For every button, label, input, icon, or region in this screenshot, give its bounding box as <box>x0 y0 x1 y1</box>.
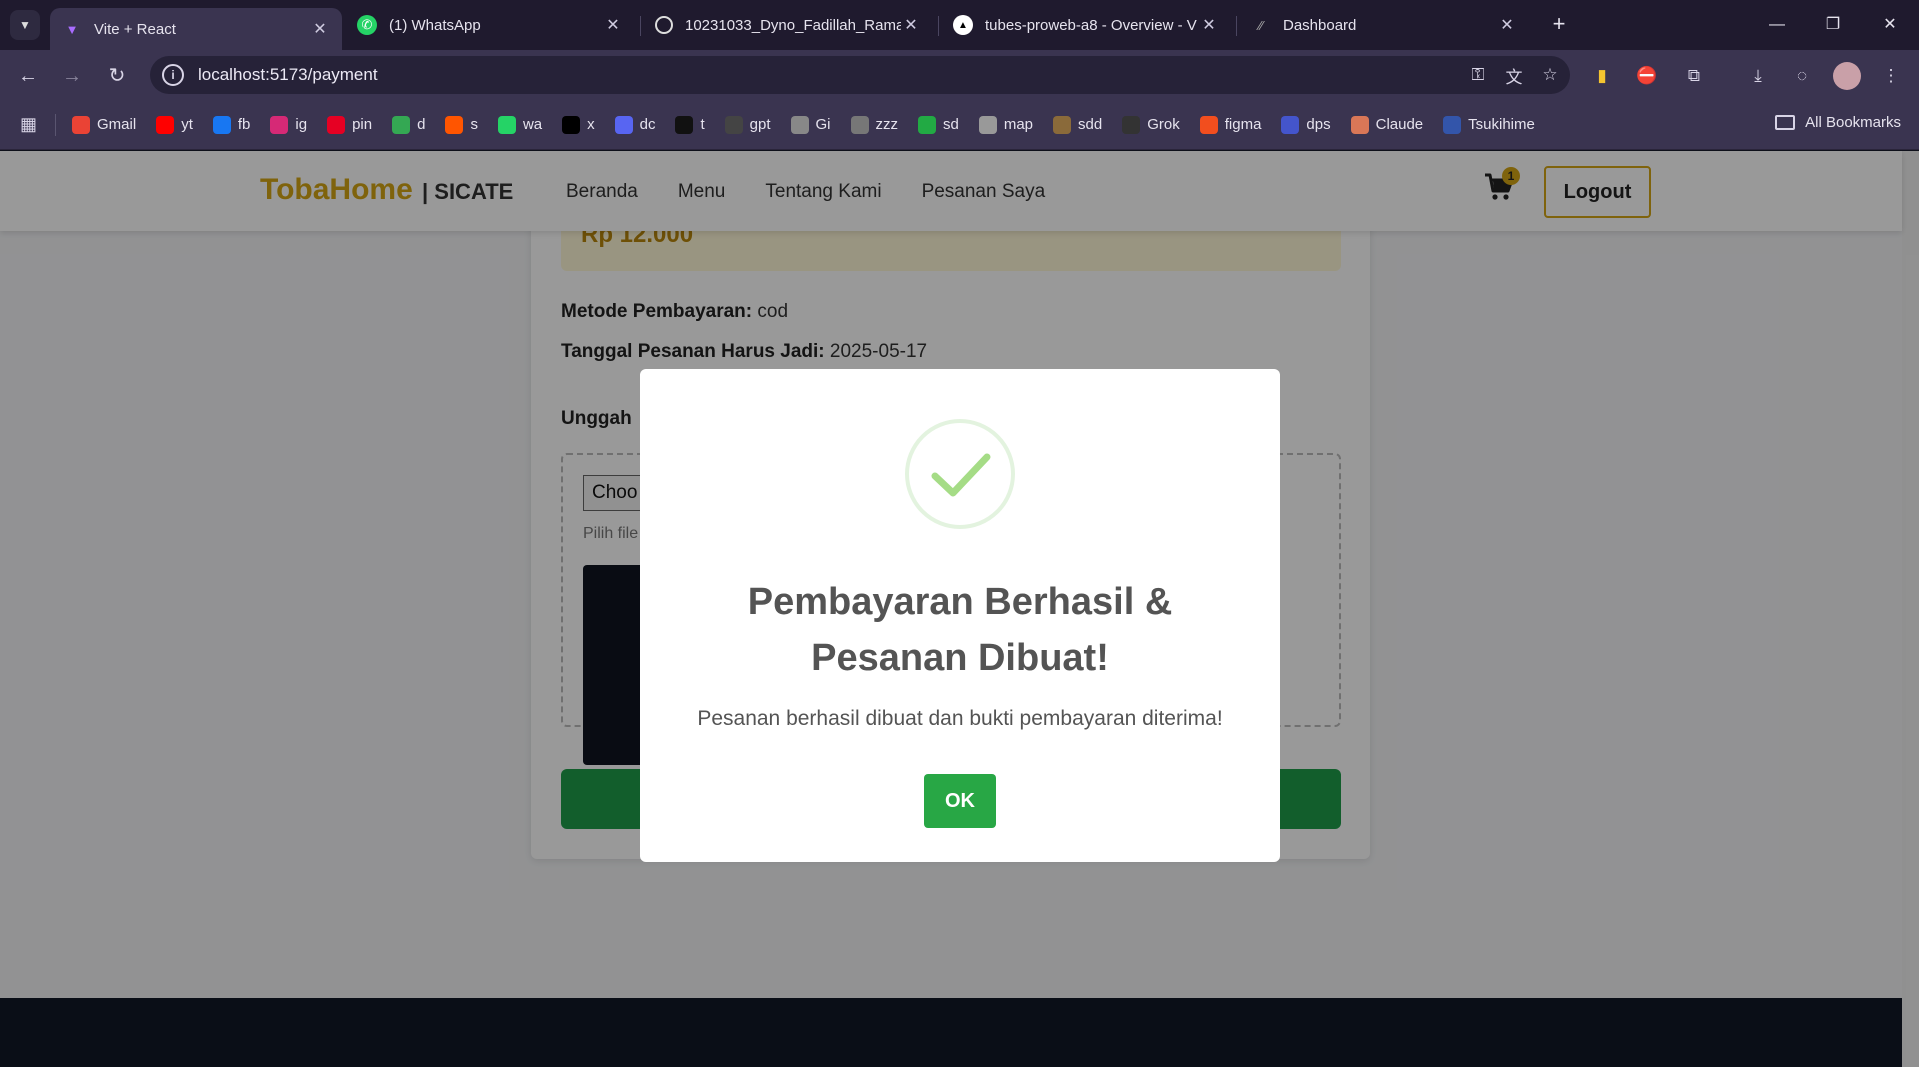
pinterest-icon <box>327 115 346 134</box>
success-modal: Pembayaran Berhasil & Pesanan Dibuat! Pe… <box>640 369 1280 862</box>
apps-grid-icon[interactable]: ▦ <box>20 114 37 135</box>
key-icon[interactable]: ⚿ <box>1462 65 1494 85</box>
address-bar[interactable]: i localhost:5173/payment ⚿ 文 ☆ <box>150 56 1570 94</box>
folder-icon <box>1775 115 1796 130</box>
bookmark-map[interactable]: map <box>978 115 1033 134</box>
modal-message: Pesanan berhasil dibuat dan bukti pembay… <box>697 707 1223 730</box>
drive-icon <box>392 115 411 134</box>
dashboard-icon: ⁄⁄ <box>1258 17 1264 33</box>
bookmark-pin[interactable]: pin <box>327 115 372 134</box>
star-icon[interactable]: ☆ <box>1534 65 1566 85</box>
restore-icon[interactable]: ❐ <box>1813 8 1853 42</box>
sd-icon <box>918 115 936 134</box>
extensions-puzzle-icon[interactable]: ⧉ <box>1680 62 1708 90</box>
bookmark-x[interactable]: x <box>562 115 595 134</box>
tab-github[interactable]: 10231033_Dyno_Fadillah_Ramad ✕ <box>643 8 933 42</box>
bookmark-gi[interactable]: Gi <box>790 115 831 134</box>
browser-tab-strip: ▼ ▼ Vite + React ✕ ✆ (1) WhatsApp ✕ 1023… <box>0 0 1919 50</box>
x-icon <box>562 115 581 134</box>
bookmark-s[interactable]: s <box>445 115 478 134</box>
tab-close-icon[interactable]: ✕ <box>310 19 330 39</box>
tsukihime-icon <box>1443 115 1462 134</box>
checkmark-icon <box>931 453 991 497</box>
tiktok-icon <box>675 115 694 134</box>
zzz-icon <box>850 115 869 134</box>
tab-dashboard[interactable]: ⁄⁄ Dashboard ✕ <box>1239 8 1529 42</box>
tab-close-icon[interactable]: ✕ <box>1497 15 1517 35</box>
tab-search-chevron-icon[interactable]: ▼ <box>10 10 40 40</box>
bookmark-sd[interactable]: sd <box>918 115 959 134</box>
bookmark-gpt[interactable]: gpt <box>724 115 771 134</box>
ok-button[interactable]: OK <box>924 774 996 828</box>
performance-icon[interactable]: ◌ <box>1788 62 1816 90</box>
bookmark-zzz[interactable]: zzz <box>850 115 898 134</box>
instagram-icon <box>270 115 289 134</box>
bookmarks-separator <box>55 113 57 136</box>
bookmark-dc[interactable]: dc <box>614 115 655 134</box>
bookmark-fb[interactable]: fb <box>212 115 250 134</box>
map-icon <box>978 115 997 134</box>
tab-separator <box>938 16 939 36</box>
claude-icon <box>1350 115 1369 134</box>
extension-yellow-icon[interactable]: ▮ <box>1588 62 1616 90</box>
translate-icon[interactable]: 文 <box>1498 63 1530 88</box>
chatgpt-icon <box>724 115 743 134</box>
tab-close-icon[interactable]: ✕ <box>1199 15 1219 35</box>
bookmark-d[interactable]: d <box>392 115 425 134</box>
bookmark-list: Gmail yt fb ig pin d s wa x dc t gpt Gi zzz sd map sdd Gr… <box>72 115 1555 134</box>
gi-icon <box>790 115 809 134</box>
bookmark-claude[interactable]: Claude <box>1350 115 1423 134</box>
browser-toolbar: ← → ↻ i localhost:5173/payment ⚿ 文 ☆ ▮ ⛔… <box>0 50 1919 100</box>
sdd-icon <box>1053 115 1072 134</box>
whatsapp-icon: ✆ <box>357 15 377 35</box>
all-bookmarks-button[interactable]: All Bookmarks <box>1775 114 1901 131</box>
window-close-icon[interactable]: ✕ <box>1870 8 1910 42</box>
profile-avatar-icon[interactable] <box>1833 62 1861 90</box>
back-arrow-icon[interactable]: ← <box>12 60 44 92</box>
bookmark-wa[interactable]: wa <box>497 115 542 134</box>
vite-icon: ▼ <box>65 21 79 37</box>
bookmarks-bar: ▦ Gmail yt fb ig pin d s wa x dc t gpt Gi zzz sd map sdd… <box>0 100 1919 150</box>
bookmark-ig[interactable]: ig <box>270 115 307 134</box>
figma-icon <box>1199 115 1218 134</box>
bookmark-figma[interactable]: figma <box>1199 115 1261 134</box>
tab-separator <box>1236 16 1237 36</box>
gmail-icon <box>72 115 91 134</box>
new-tab-plus-icon[interactable]: + <box>1544 10 1574 40</box>
bookmark-grok[interactable]: Grok <box>1122 115 1180 134</box>
facebook-icon <box>212 115 231 134</box>
vercel-icon: ▲ <box>953 15 973 35</box>
github-icon <box>655 16 673 34</box>
youtube-icon <box>156 115 175 134</box>
forward-arrow-icon[interactable]: → <box>56 60 88 92</box>
grok-icon <box>1122 115 1141 134</box>
download-icon[interactable]: ⤓ <box>1744 62 1772 90</box>
tab-separator <box>640 16 641 36</box>
tab-vercel[interactable]: ▲ tubes-proweb-a8 - Overview - V ✕ <box>941 8 1231 42</box>
tab-whatsapp[interactable]: ✆ (1) WhatsApp ✕ <box>345 8 635 42</box>
tab-close-icon[interactable]: ✕ <box>603 15 623 35</box>
page-viewport: TobaHome | SICATE Beranda Menu Tentang K… <box>0 151 1919 1067</box>
site-info-icon[interactable]: i <box>162 64 184 86</box>
tab-close-icon[interactable]: ✕ <box>901 15 921 35</box>
reload-icon[interactable]: ↻ <box>101 60 133 92</box>
bookmark-dps[interactable]: dps <box>1281 115 1331 134</box>
minimize-icon[interactable]: — <box>1757 8 1797 42</box>
modal-title: Pembayaran Berhasil & Pesanan Dibuat! <box>747 581 1173 679</box>
menu-kebab-icon[interactable]: ⋮ <box>1877 62 1905 90</box>
bookmark-t[interactable]: t <box>675 115 705 134</box>
url-text[interactable]: localhost:5173/payment <box>198 65 1462 85</box>
bookmark-tsukihime[interactable]: Tsukihime <box>1443 115 1535 134</box>
bookmark-sdd[interactable]: sdd <box>1053 115 1102 134</box>
bookmark-yt[interactable]: yt <box>156 115 193 134</box>
discord-icon <box>614 115 633 134</box>
success-ring <box>905 419 1015 529</box>
whatsapp-icon <box>497 115 516 134</box>
dps-icon <box>1281 115 1300 134</box>
extension-block-icon[interactable]: ⛔ <box>1633 62 1661 90</box>
bookmark-gmail[interactable]: Gmail <box>72 115 136 134</box>
soundcloud-icon <box>445 115 464 134</box>
tab-vite-react[interactable]: ▼ Vite + React ✕ <box>50 8 342 50</box>
